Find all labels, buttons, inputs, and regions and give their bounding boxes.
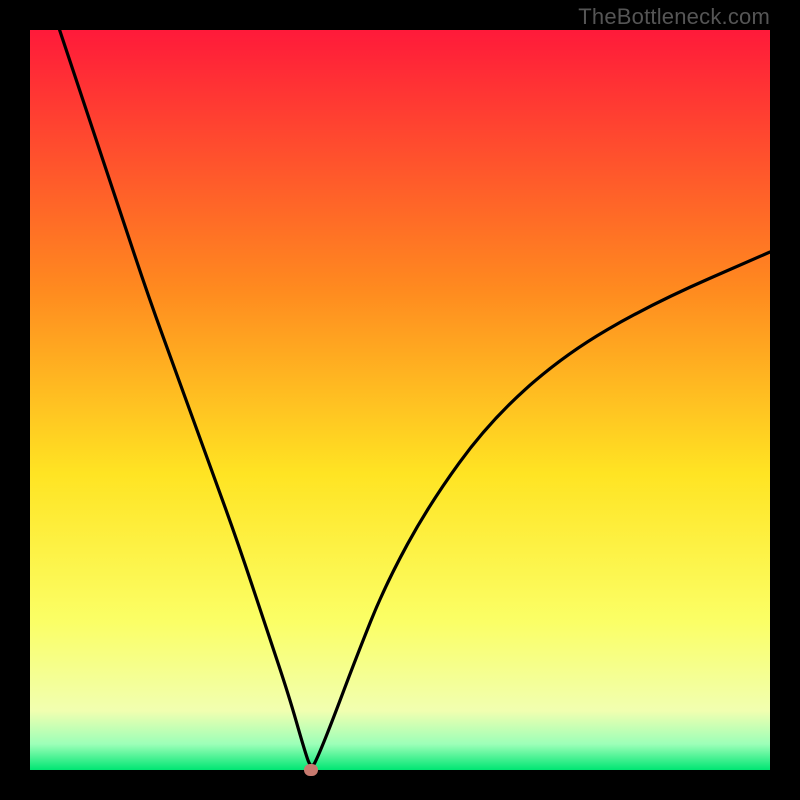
plot-frame (30, 30, 770, 770)
watermark-text: TheBottleneck.com (578, 4, 770, 30)
gradient-bg (30, 30, 770, 770)
plot-svg (30, 30, 770, 770)
minimum-marker (304, 764, 318, 776)
